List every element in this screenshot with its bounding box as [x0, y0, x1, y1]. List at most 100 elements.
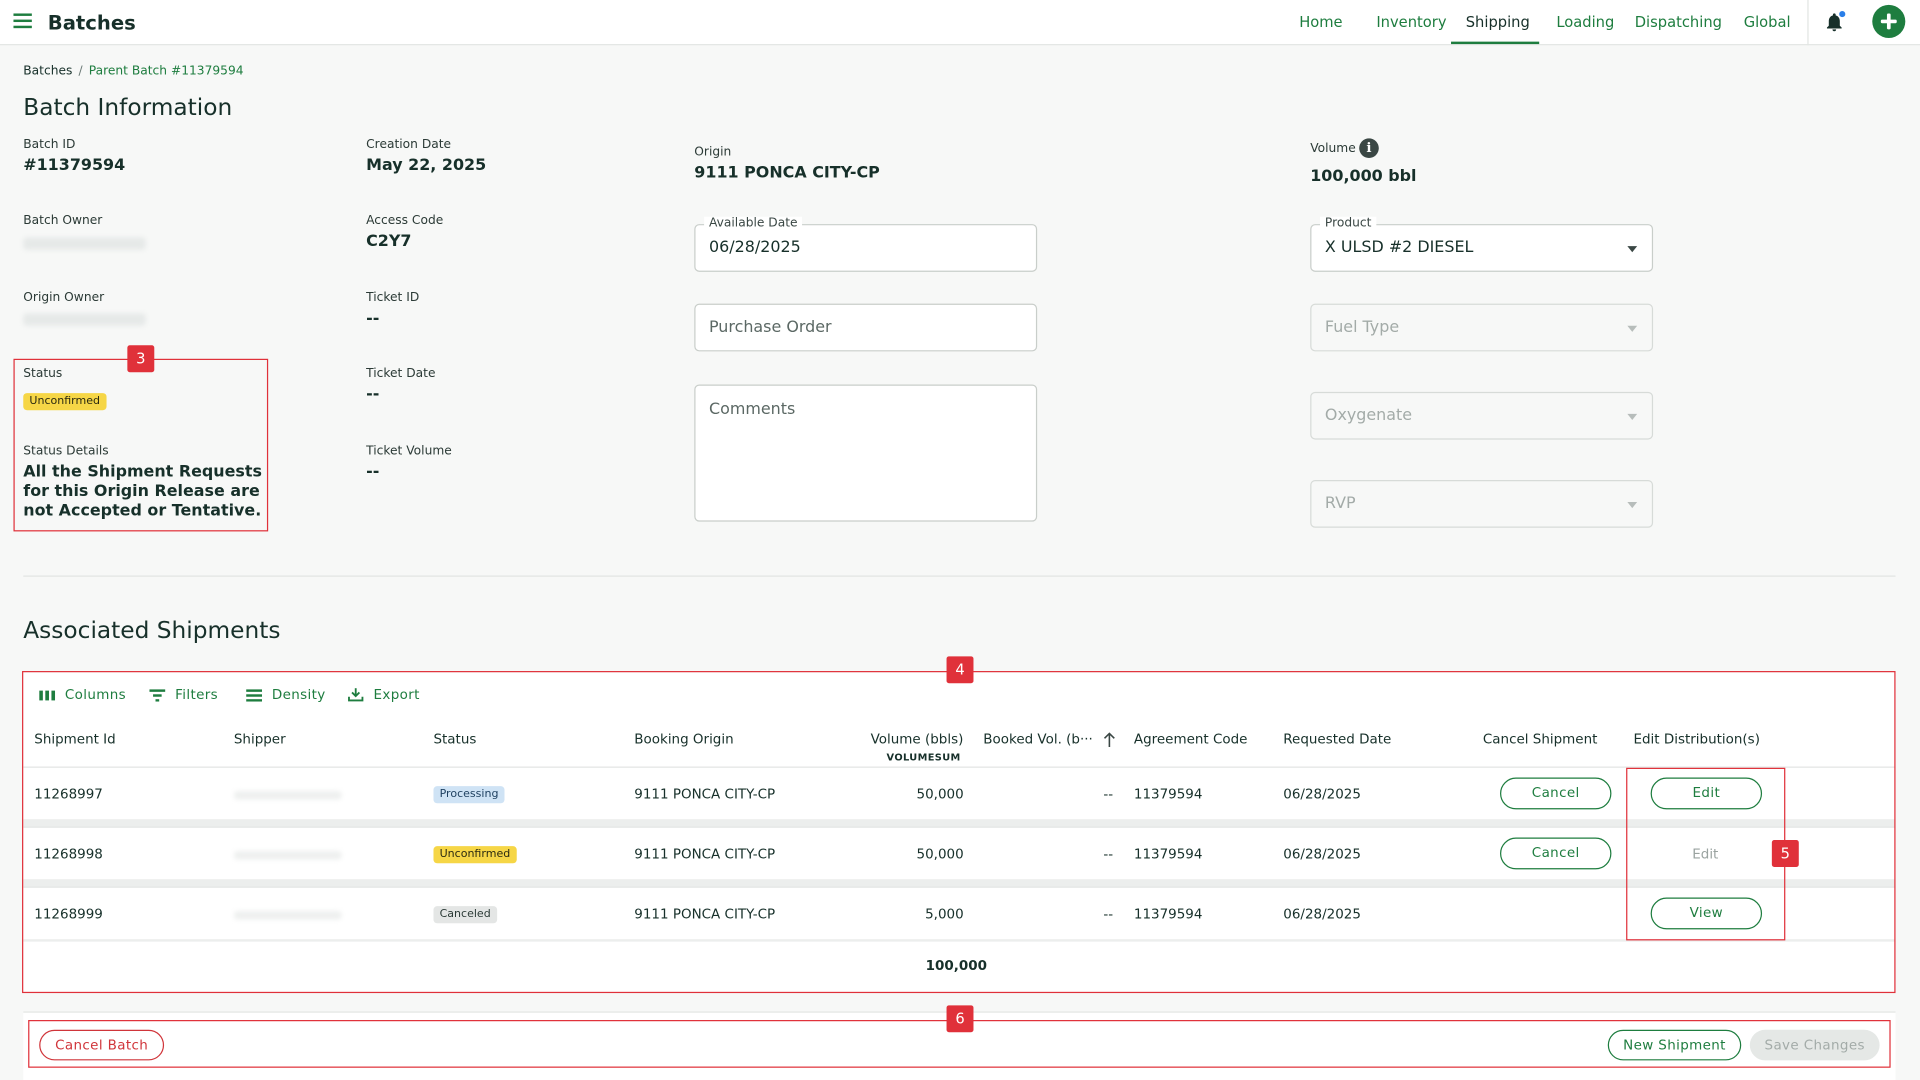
notification-dot [1837, 9, 1847, 19]
nav-home[interactable]: Home [1299, 13, 1342, 30]
total-volume: 100,000 [925, 957, 987, 974]
available-date-label: Available Date [704, 216, 803, 231]
columns-button[interactable]: Columns [39, 687, 126, 703]
breadcrumb-root[interactable]: Batches [23, 65, 72, 78]
col-volume[interactable]: Volume (bbls) [871, 731, 964, 747]
product-label: Product [1320, 216, 1377, 231]
breadcrumb-current: Parent Batch #11379594 [88, 64, 244, 79]
cancel-shipment-button[interactable]: Cancel [1500, 777, 1612, 810]
batch-id-label: Batch ID [23, 138, 76, 152]
batch-owner-redacted [23, 237, 146, 250]
arrow-up-icon[interactable] [1103, 732, 1115, 747]
status-badge: Canceled [433, 905, 497, 924]
oxygenate-placeholder: Oxygenate [1324, 406, 1413, 425]
origin-value: 9111 PONCA CITY-CP [694, 164, 880, 183]
agreement-code-cell: 11379594 [1133, 846, 1203, 863]
filters-label: Filters [175, 686, 219, 703]
creation-date-value: May 22, 2025 [366, 156, 487, 176]
purchase-order-field[interactable]: Purchase Order [694, 303, 1038, 352]
density-button[interactable]: Density [246, 687, 325, 703]
cancel-batch-button[interactable]: Cancel Batch [39, 1029, 165, 1061]
info-icon[interactable]: i [1359, 138, 1379, 158]
status-details-value: All the Shipment Requests for this Origi… [23, 462, 262, 521]
booked-vol-cell: -- [1103, 846, 1114, 863]
product-value: X ULSD #2 DIESEL [1324, 238, 1474, 258]
col-cancel-shipment[interactable]: Cancel Shipment [1483, 731, 1598, 747]
access-code-label: Access Code [366, 214, 444, 228]
filters-button[interactable]: Filters [149, 687, 218, 703]
page-title: Batch Information [23, 94, 233, 122]
volume-cell: 50,000 [916, 786, 964, 803]
columns-icon [39, 690, 56, 701]
export-icon [348, 688, 364, 702]
shipments-grid: Columns Filters Density Export Shipment … [23, 671, 1896, 992]
nav-divider [1807, 0, 1809, 46]
ticket-date-label: Ticket Date [366, 367, 436, 381]
col-booked-vol[interactable]: Booked Vol. (b··· [983, 731, 1093, 747]
nav-loading[interactable]: Loading [1556, 13, 1614, 30]
view-distribution-button[interactable]: View [1650, 897, 1763, 930]
density-icon [246, 689, 263, 702]
nav-inventory[interactable]: Inventory [1376, 13, 1446, 30]
rvp-select[interactable]: RVP [1310, 480, 1654, 528]
menu-icon[interactable] [13, 13, 32, 29]
origin-owner-label: Origin Owner [23, 291, 105, 305]
table-row[interactable]: 11268999 Canceled 9111 PONCA CITY-CP 5,0… [23, 886, 1896, 941]
ticket-id-value: -- [366, 309, 380, 329]
creation-date-label: Creation Date [366, 138, 452, 152]
ticket-date-value: -- [366, 385, 380, 405]
col-shipper[interactable]: Shipper [234, 731, 286, 747]
batch-id-value: #11379594 [23, 156, 126, 176]
table-row[interactable]: 11268998 Unconfirmed 9111 PONCA CITY-CP … [23, 826, 1896, 881]
nav-dispatching[interactable]: Dispatching [1635, 13, 1722, 30]
edit-distribution-button[interactable]: Edit [1650, 777, 1763, 810]
oxygenate-select[interactable]: Oxygenate [1310, 391, 1654, 440]
comments-field[interactable]: Comments [694, 384, 1038, 522]
annotation-number-6: 6 [946, 1005, 974, 1033]
annotation-number-5: 5 [1771, 840, 1799, 867]
status-details-label: Status Details [23, 444, 109, 458]
comments-placeholder: Comments [708, 400, 796, 419]
booked-vol-cell: -- [1103, 786, 1114, 803]
annotation-number-4: 4 [946, 656, 974, 684]
col-requested-date[interactable]: Requested Date [1283, 731, 1391, 747]
density-label: Density [271, 686, 326, 703]
shipper-redacted [233, 791, 342, 800]
table-row[interactable]: 11268997 Processing 9111 PONCA CITY-CP 5… [23, 766, 1896, 821]
section-divider [23, 575, 1896, 577]
top-app-bar: Batches Home Inventory Shipping Loading … [0, 0, 1920, 46]
export-button[interactable]: Export [348, 687, 420, 703]
col-agreement-code[interactable]: Agreement Code [1134, 731, 1248, 747]
nav-shipping[interactable]: Shipping [1466, 13, 1530, 30]
nav-global[interactable]: Global [1744, 13, 1791, 30]
agreement-code-cell: 11379594 [1133, 786, 1203, 803]
shipment-id-cell: 11268999 [34, 906, 103, 923]
col-status[interactable]: Status [433, 731, 476, 747]
fuel-type-select[interactable]: Fuel Type [1310, 303, 1654, 352]
ticket-id-label: Ticket ID [366, 291, 420, 305]
chevron-down-icon [1627, 246, 1638, 253]
access-code-value: C2Y7 [366, 232, 412, 252]
col-booking-origin[interactable]: Booking Origin [634, 731, 733, 747]
rvp-placeholder: RVP [1324, 494, 1356, 514]
available-date-field[interactable]: Available Date 06/28/2025 [694, 216, 1038, 272]
volume-value: 100,000 bbl [1310, 167, 1417, 187]
volume-label: Volume [1310, 142, 1356, 156]
cancel-shipment-button[interactable]: Cancel [1500, 837, 1612, 870]
row-separator [23, 879, 1896, 887]
new-shipment-button[interactable]: New Shipment [1607, 1029, 1742, 1061]
app-title: Batches [47, 11, 136, 35]
shipment-id-cell: 11268997 [34, 786, 103, 803]
col-edit-distribution[interactable]: Edit Distribution(s) [1633, 731, 1759, 747]
chevron-down-icon [1627, 413, 1638, 421]
row-separator [23, 819, 1896, 827]
booked-vol-cell: -- [1103, 906, 1114, 923]
add-icon[interactable] [1872, 4, 1906, 38]
product-select[interactable]: Product X ULSD #2 DIESEL [1310, 216, 1654, 272]
breadcrumb-separator: / [78, 64, 83, 79]
col-shipment-id[interactable]: Shipment Id [34, 731, 115, 747]
chevron-down-icon [1627, 502, 1638, 509]
status-label: Status [23, 367, 63, 381]
shipment-id-cell: 11268998 [34, 846, 103, 863]
save-changes-button: Save Changes [1749, 1029, 1880, 1061]
